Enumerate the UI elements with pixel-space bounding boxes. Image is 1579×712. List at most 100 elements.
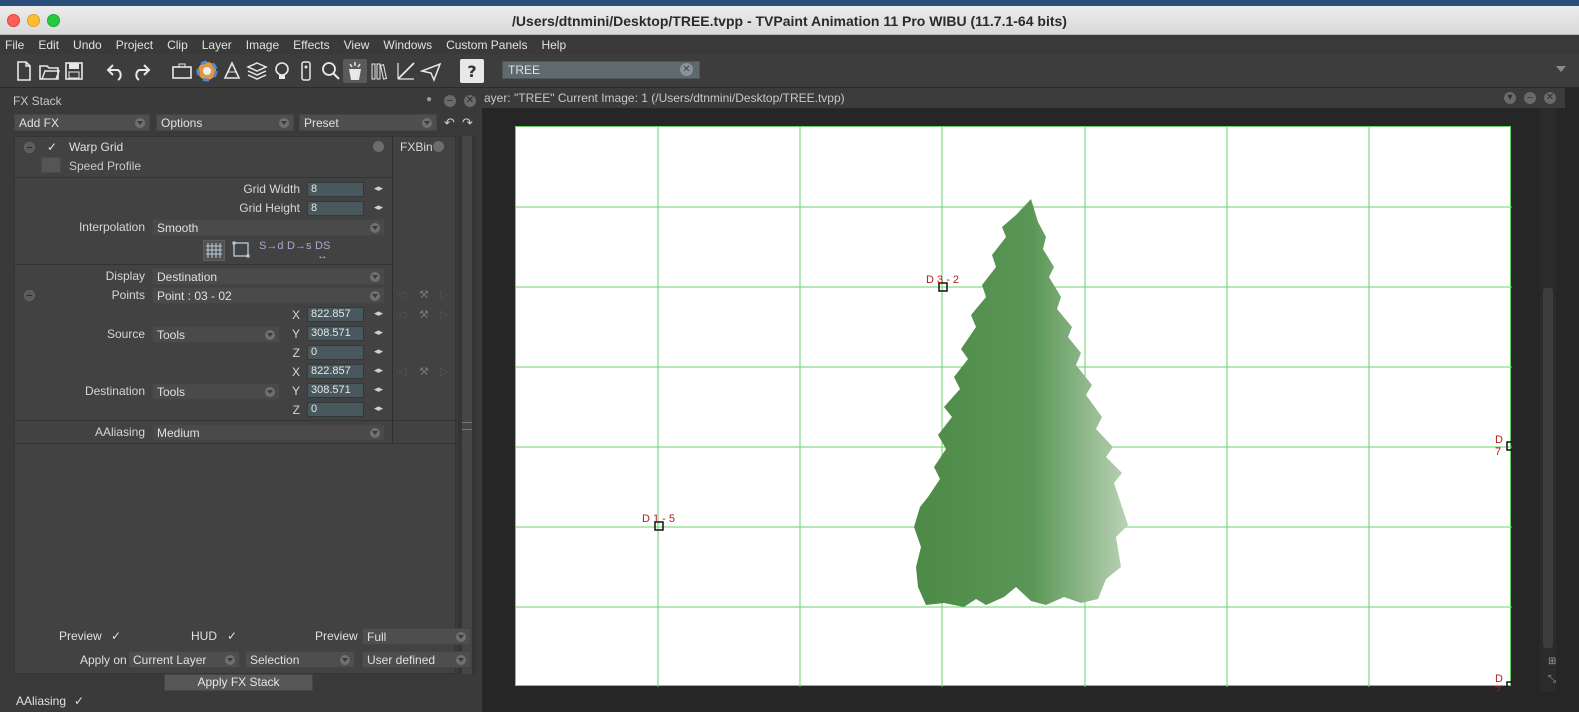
menu-clip[interactable]: Clip bbox=[167, 38, 188, 52]
apply-on-dropdown[interactable]: Current Layer bbox=[128, 651, 240, 668]
hud-checkbox[interactable]: ✓ bbox=[227, 629, 237, 643]
panel-close-icon[interactable]: ✕ bbox=[464, 95, 476, 107]
aaliasing-dropdown[interactable]: Medium bbox=[152, 424, 385, 441]
fxbin-label[interactable]: FXBin bbox=[400, 140, 433, 154]
prev-keyframe-icon[interactable]: ◁ bbox=[398, 365, 406, 378]
source-x-spinner-icon[interactable]: ◂▸ bbox=[374, 308, 384, 319]
fxbin-menu-icon[interactable] bbox=[433, 141, 444, 152]
dest-y-field[interactable]: 308.571 bbox=[307, 383, 364, 398]
warp-point-label[interactable]: D 7 bbox=[1495, 434, 1510, 458]
speed-profile-swatch[interactable] bbox=[41, 157, 61, 173]
wrench-icon[interactable]: ⚒ bbox=[419, 288, 429, 301]
preview-checkbox[interactable]: ✓ bbox=[111, 629, 121, 643]
view-minimize-icon[interactable]: – bbox=[1524, 92, 1536, 104]
menu-custom-panels[interactable]: Custom Panels bbox=[446, 38, 527, 52]
grid-icon[interactable] bbox=[203, 240, 225, 261]
warp-point-label[interactable]: D 1 - 5 bbox=[642, 513, 675, 525]
grid-width-spinner-icon[interactable]: ◂▸ bbox=[374, 183, 384, 194]
preset-dropdown[interactable]: Preset bbox=[299, 114, 437, 131]
source-z-field[interactable]: 0 bbox=[307, 345, 364, 360]
options-dropdown[interactable]: Options bbox=[156, 114, 294, 131]
open-folder-icon[interactable] bbox=[37, 59, 61, 83]
toolbar-overflow-icon[interactable] bbox=[1556, 66, 1566, 72]
grid-width-field[interactable]: 8 bbox=[307, 182, 364, 197]
source-x-field[interactable]: 822.857 bbox=[307, 307, 364, 322]
search-tool-icon[interactable] bbox=[319, 59, 343, 83]
clear-search-icon[interactable]: ✕ bbox=[680, 63, 693, 76]
redo-preset-icon[interactable]: ↷ bbox=[462, 115, 473, 131]
rectangle-icon[interactable] bbox=[231, 240, 253, 261]
lightbulb-icon[interactable] bbox=[270, 59, 294, 83]
collapse-points-icon[interactable] bbox=[24, 290, 35, 301]
menu-effects[interactable]: Effects bbox=[293, 38, 329, 52]
add-fx-dropdown[interactable]: Add FX bbox=[14, 114, 150, 131]
source-y-spinner-icon[interactable]: ◂▸ bbox=[374, 327, 384, 338]
display-dropdown[interactable]: Destination bbox=[152, 268, 385, 285]
menu-file[interactable]: File bbox=[5, 38, 24, 52]
remote-icon[interactable] bbox=[294, 59, 318, 83]
aaliasing-checkbox[interactable]: ✓ bbox=[74, 694, 84, 708]
destination-dropdown[interactable]: Tools bbox=[152, 383, 280, 400]
undo-icon[interactable] bbox=[104, 59, 128, 83]
dest-z-field[interactable]: 0 bbox=[307, 402, 364, 417]
interpolation-dropdown[interactable]: Smooth bbox=[152, 219, 385, 236]
dest-z-spinner-icon[interactable]: ◂▸ bbox=[374, 403, 384, 414]
wrench-icon[interactable]: ⚒ bbox=[419, 308, 429, 321]
view-close-icon[interactable]: ✕ bbox=[1544, 92, 1556, 104]
drawing-canvas[interactable]: D 3 - 2 D 1 - 5 D 7 D 7 bbox=[515, 126, 1512, 697]
source-z-spinner-icon[interactable]: ◂▸ bbox=[374, 346, 384, 357]
menu-view[interactable]: View bbox=[344, 38, 370, 52]
apply-fx-stack-button[interactable]: Apply FX Stack bbox=[164, 674, 313, 691]
user-defined-dropdown[interactable]: User defined bbox=[362, 651, 471, 668]
points-dropdown[interactable]: Point : 03 - 02 bbox=[152, 287, 385, 304]
speed-profile-label[interactable]: Speed Profile bbox=[69, 159, 141, 173]
ruler-icon[interactable] bbox=[394, 59, 418, 83]
dest-x-spinner-icon[interactable]: ◂▸ bbox=[374, 365, 384, 376]
help-icon[interactable]: ? bbox=[460, 59, 484, 83]
grid-height-spinner-icon[interactable]: ◂▸ bbox=[374, 202, 384, 213]
layers-icon[interactable] bbox=[245, 59, 269, 83]
library-icon[interactable] bbox=[368, 59, 392, 83]
collapse-effect-icon[interactable] bbox=[24, 142, 35, 153]
source-dropdown[interactable]: Tools bbox=[152, 326, 280, 343]
menu-image[interactable]: Image bbox=[246, 38, 279, 52]
grid-height-field[interactable]: 8 bbox=[307, 201, 364, 216]
fit-view-icon[interactable]: ⊞ bbox=[1548, 656, 1556, 667]
swap-icon[interactable]: DS ↔ bbox=[315, 240, 339, 262]
menu-windows[interactable]: Windows bbox=[383, 38, 432, 52]
menu-undo[interactable]: Undo bbox=[73, 38, 102, 52]
color-wheel-icon[interactable] bbox=[195, 59, 219, 83]
prev-keyframe-icon[interactable]: ◁ bbox=[398, 308, 406, 321]
next-keyframe-icon[interactable]: ▷ bbox=[440, 365, 448, 378]
menu-layer[interactable]: Layer bbox=[202, 38, 232, 52]
fx-stack-scrollbar[interactable] bbox=[458, 136, 476, 674]
redo-icon[interactable] bbox=[129, 59, 153, 83]
save-icon[interactable] bbox=[62, 59, 86, 83]
dest-x-field[interactable]: 822.857 bbox=[307, 364, 364, 379]
undo-preset-icon[interactable]: ↶ bbox=[444, 115, 455, 131]
next-keyframe-icon[interactable]: ▷ bbox=[440, 288, 448, 301]
canvas-scrollbar-thumb[interactable] bbox=[1543, 288, 1553, 648]
view-dropdown-icon[interactable]: ▾ bbox=[1504, 92, 1516, 104]
checkmark-icon[interactable]: ✓ bbox=[47, 140, 57, 154]
panel-minimize-icon[interactable]: – bbox=[444, 95, 456, 107]
dest-y-spinner-icon[interactable]: ◂▸ bbox=[374, 384, 384, 395]
dest-source-icon[interactable]: D→s bbox=[287, 240, 311, 261]
toolbox-icon[interactable] bbox=[170, 59, 194, 83]
menu-project[interactable]: Project bbox=[116, 38, 153, 52]
fx-stack-icon[interactable] bbox=[343, 59, 367, 83]
wrench-icon[interactable]: ⚒ bbox=[419, 365, 429, 378]
source-dest-icon[interactable]: S→d bbox=[259, 240, 283, 261]
resize-icon[interactable]: ⤡ bbox=[1548, 674, 1556, 685]
search-input[interactable] bbox=[502, 61, 700, 79]
next-keyframe-icon[interactable]: ▷ bbox=[440, 308, 448, 321]
new-document-icon[interactable] bbox=[12, 59, 36, 83]
effect-menu-icon[interactable] bbox=[373, 141, 384, 152]
selection-dropdown[interactable]: Selection bbox=[245, 651, 355, 668]
menu-help[interactable]: Help bbox=[541, 38, 566, 52]
warp-point-label[interactable]: D 3 - 2 bbox=[926, 274, 959, 286]
animation-brush-icon[interactable] bbox=[220, 59, 244, 83]
source-y-field[interactable]: 308.571 bbox=[307, 326, 364, 341]
preview-mode-dropdown[interactable]: Full bbox=[362, 628, 471, 645]
prev-keyframe-icon[interactable]: ◁ bbox=[398, 288, 406, 301]
